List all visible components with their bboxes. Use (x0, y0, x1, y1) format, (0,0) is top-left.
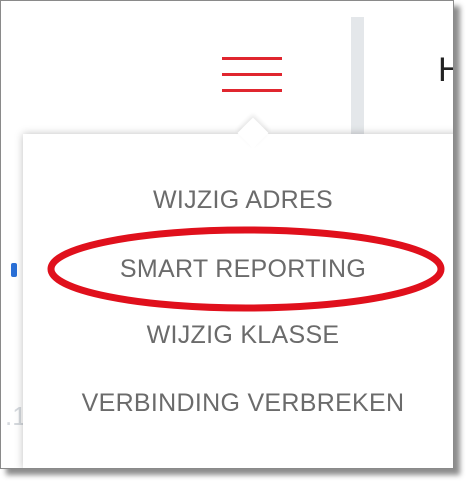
menu-item-wijzig-adres[interactable]: WIJZIG ADRES (23, 188, 453, 213)
dropdown-menu (23, 134, 453, 468)
page-title: H (438, 53, 453, 87)
menu-item-verbinding-verbreken[interactable]: VERBINDING VERBREKEN (23, 391, 453, 416)
screenshot-frame: .13 ] H U K R 1 2 WIJZIG ADRES SMART REP… (0, 0, 454, 469)
left-indicator (11, 263, 17, 277)
hamburger-menu-button[interactable] (219, 51, 285, 99)
menu-item-smart-reporting[interactable]: SMART REPORTING (23, 257, 453, 282)
menu-item-wijzig-klasse[interactable]: WIJZIG KLASSE (23, 323, 453, 348)
